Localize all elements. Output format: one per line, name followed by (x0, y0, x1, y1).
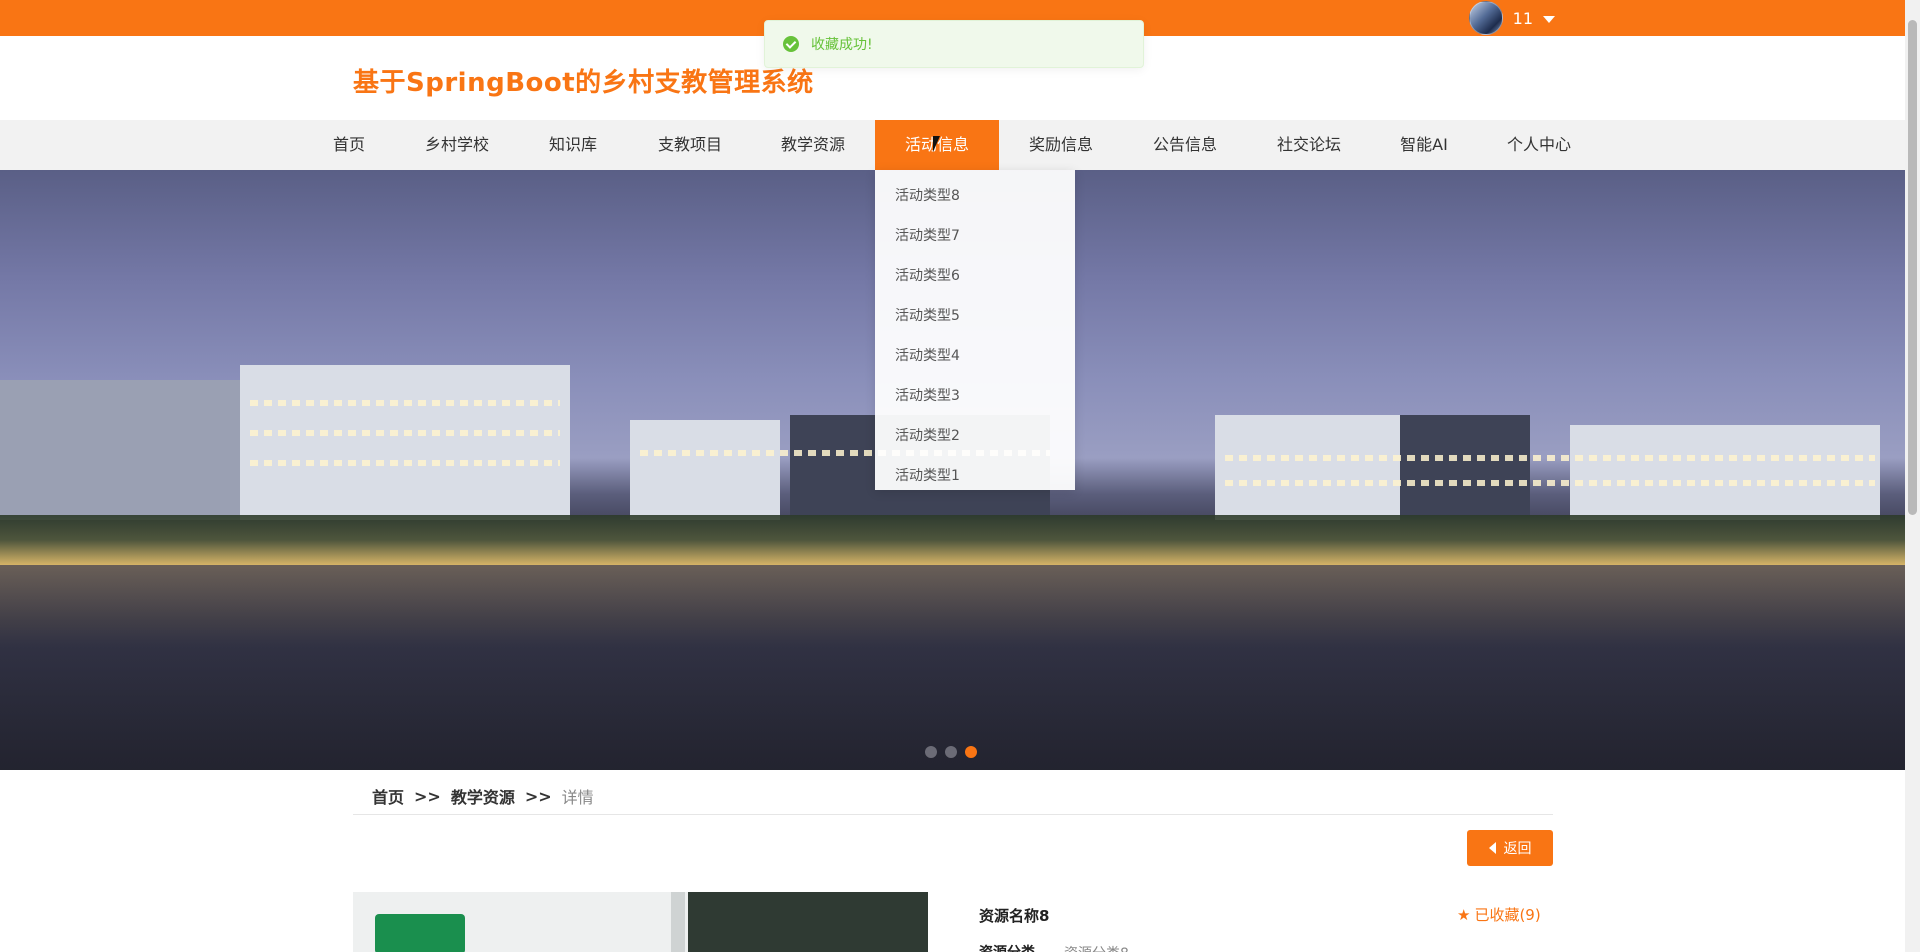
toast-message: 收藏成功! (811, 37, 873, 53)
resource-name: 资源名称8 (979, 907, 1050, 925)
success-toast: 收藏成功! (764, 20, 1144, 68)
scrollbar-thumb[interactable] (1908, 20, 1917, 515)
nav-item-teaching-resources[interactable]: 教学资源 (771, 120, 855, 170)
back-button[interactable]: 返回 (1467, 830, 1553, 866)
dropdown-item-activity-type[interactable]: 活动类型8 (875, 176, 1075, 216)
dropdown-item-activity-type[interactable]: 活动类型4 (875, 336, 1075, 376)
carousel-indicators (925, 746, 977, 758)
dropdown-item-activity-type[interactable]: 活动类型7 (875, 216, 1075, 256)
dropdown-item-activity-type[interactable]: 活动类型5 (875, 296, 1075, 336)
divider (353, 814, 1553, 815)
site-title[interactable]: 基于SpringBoot的乡村支教管理系统 (353, 62, 814, 99)
breadcrumb-separator: >> (414, 786, 441, 806)
user-name[interactable]: 11 (1513, 9, 1533, 28)
breadcrumb-current: 详情 (561, 788, 594, 807)
breadcrumb: 首页 >> 教学资源 >> 详情 (372, 784, 594, 808)
resource-image (353, 892, 928, 952)
dropdown-item-activity-type[interactable]: 活动类型1 (875, 456, 1075, 496)
water-reflection (0, 565, 1905, 770)
dropdown-item-activity-type[interactable]: 活动类型6 (875, 256, 1075, 296)
user-menu[interactable]: 11 (1468, 0, 1555, 36)
nav-item-home[interactable]: 首页 (318, 120, 380, 170)
breadcrumb-home[interactable]: 首页 (372, 784, 404, 808)
window-lights (250, 400, 560, 406)
main-nav: 首页 乡村学校 知识库 支教项目 教学资源 活动信息 奖励信息 公告信息 社交论… (0, 120, 1905, 170)
nav-item-forum[interactable]: 社交论坛 (1267, 120, 1351, 170)
back-button-label: 返回 (1503, 841, 1532, 857)
check-circle-icon (783, 36, 799, 52)
nav-item-teaching-projects[interactable]: 支教项目 (648, 120, 732, 170)
dropdown-item-activity-type[interactable]: 活动类型2 (875, 416, 1075, 456)
sign-board (375, 914, 465, 952)
favorite-label: 已收藏(9) (1474, 906, 1541, 924)
carousel-dot-active[interactable] (965, 746, 977, 758)
resource-type-label: 资源分类 (979, 942, 1035, 952)
window-lights (1225, 455, 1875, 461)
building (0, 380, 270, 520)
star-icon: ★ (1457, 905, 1471, 924)
building (1570, 425, 1880, 520)
building (240, 365, 570, 520)
window-lights (1225, 480, 1875, 486)
avatar[interactable] (1468, 1, 1503, 35)
caret-down-icon[interactable] (1543, 15, 1555, 23)
activities-dropdown: 活动类型8 活动类型7 活动类型6 活动类型5 活动类型4 活动类型3 活动类型… (875, 170, 1075, 490)
window-lights (250, 460, 560, 466)
caret-left-icon (1488, 842, 1496, 854)
dropdown-item-activity-type[interactable]: 活动类型3 (875, 376, 1075, 416)
page-scrollbar[interactable] (1905, 0, 1920, 952)
mouse-cursor-icon (933, 136, 940, 152)
favorite-button[interactable]: ★ 已收藏(9) (1457, 904, 1541, 925)
breadcrumb-separator: >> (524, 786, 552, 806)
tree-line (0, 515, 1905, 565)
window-lights (250, 430, 560, 436)
whiteboard-edge (671, 892, 685, 952)
nav-item-personal-center[interactable]: 个人中心 (1497, 120, 1581, 170)
carousel-dot[interactable] (925, 746, 937, 758)
resource-type-value: 资源分类8 (1064, 943, 1129, 952)
building (1215, 415, 1405, 520)
nav-item-knowledge-base[interactable]: 知识库 (538, 120, 608, 170)
nav-item-ai[interactable]: 智能AI (1391, 120, 1457, 170)
building (630, 420, 780, 520)
breadcrumb-section[interactable]: 教学资源 (451, 784, 515, 808)
carousel-dot[interactable] (945, 746, 957, 758)
nav-item-announcements[interactable]: 公告信息 (1143, 120, 1227, 170)
nav-item-rural-schools[interactable]: 乡村学校 (415, 120, 499, 170)
nav-item-rewards[interactable]: 奖励信息 (1019, 120, 1103, 170)
chalkboard (688, 892, 928, 952)
building (1400, 415, 1530, 520)
